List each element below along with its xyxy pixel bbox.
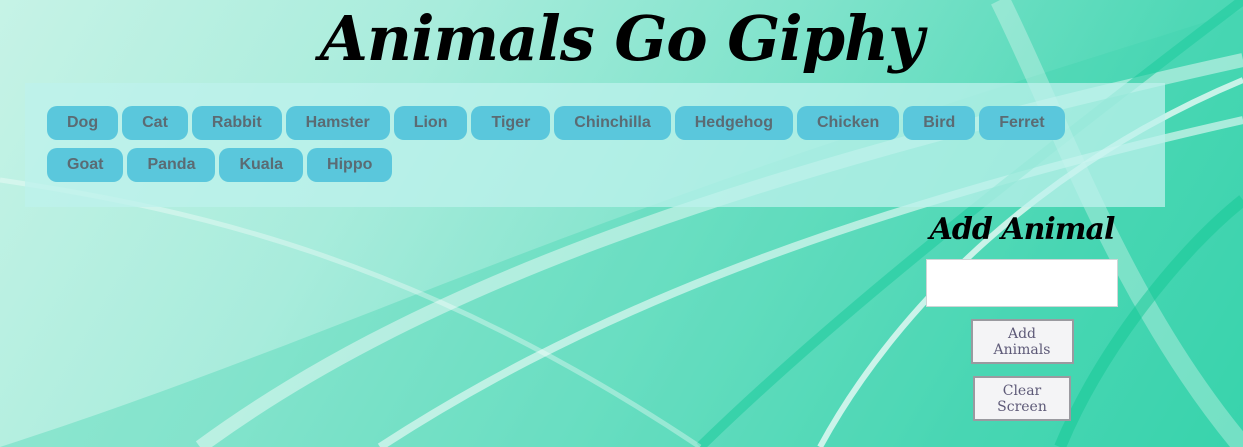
- animal-button-dog[interactable]: Dog: [47, 106, 119, 140]
- animal-button-rabbit[interactable]: Rabbit: [191, 106, 282, 140]
- animal-button-bird[interactable]: Bird: [903, 106, 976, 140]
- animal-button-hippo[interactable]: Hippo: [307, 148, 393, 182]
- animal-button-chicken[interactable]: Chicken: [796, 106, 900, 140]
- animal-buttons-panel: Dog Cat Rabbit Hamster Lion Tiger Chinch…: [25, 83, 1165, 207]
- animal-name-input[interactable]: [926, 259, 1118, 307]
- animal-button-ferret[interactable]: Ferret: [979, 106, 1065, 140]
- clear-screen-button[interactable]: Clear Screen: [973, 376, 1071, 421]
- animal-buttons-row-1: Dog Cat Rabbit Hamster Lion Tiger Chinch…: [47, 106, 1165, 140]
- animal-button-cat[interactable]: Cat: [122, 106, 188, 140]
- animal-button-kuala[interactable]: Kuala: [219, 148, 304, 182]
- animal-button-hamster[interactable]: Hamster: [285, 106, 390, 140]
- animal-button-tiger[interactable]: Tiger: [471, 106, 551, 140]
- animal-button-hedgehog[interactable]: Hedgehog: [674, 106, 793, 140]
- add-animal-heading: Add Animal: [929, 212, 1116, 247]
- animal-button-lion[interactable]: Lion: [393, 106, 468, 140]
- animal-buttons-row-2: Goat Panda Kuala Hippo: [47, 148, 1165, 182]
- animal-button-goat[interactable]: Goat: [47, 148, 124, 182]
- animal-button-panda[interactable]: Panda: [127, 148, 216, 182]
- page-title: Animals Go Giphy: [319, 2, 924, 75]
- animal-button-chinchilla[interactable]: Chinchilla: [554, 106, 671, 140]
- add-animals-button[interactable]: Add Animals: [970, 319, 1074, 364]
- add-animal-form: Add Animal Add Animals Clear Screen: [922, 207, 1122, 421]
